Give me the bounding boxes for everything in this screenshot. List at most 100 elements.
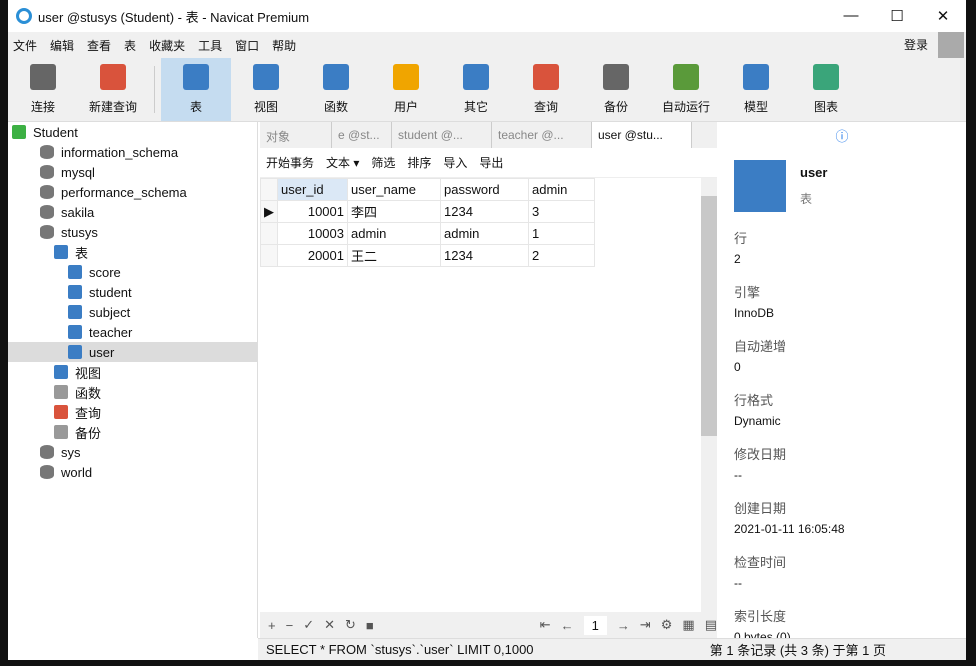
table-cell[interactable]: admin [440, 222, 529, 245]
toolbar-button[interactable]: 备份 [581, 58, 651, 121]
grid-action-button[interactable]: − [286, 618, 294, 633]
table-row[interactable]: 10003 admin admin 1 [260, 222, 595, 245]
tab[interactable]: teacher @... [492, 122, 592, 148]
tree-item[interactable]: mysql [8, 162, 257, 182]
form-view-icon[interactable]: ▤ [705, 617, 717, 633]
table-cell[interactable]: 1234 [440, 200, 529, 223]
data-toolbar-button[interactable]: 文本 ▾ [326, 154, 359, 171]
row-indicator[interactable] [260, 222, 278, 245]
data-toolbar-button[interactable]: 排序 [407, 154, 431, 171]
toolbar-button[interactable]: 表 [161, 58, 231, 121]
table-cell[interactable]: 王二 [347, 244, 441, 267]
table-cell[interactable]: 10001 [277, 200, 348, 223]
tree-item[interactable]: teacher [8, 322, 257, 342]
menu-item[interactable]: 编辑 [50, 37, 74, 54]
tree-item[interactable]: user [8, 342, 257, 362]
menu-item[interactable]: 查看 [87, 37, 111, 54]
avatar[interactable] [938, 32, 964, 58]
tree-item[interactable]: information_schema [8, 142, 257, 162]
login-button[interactable]: 登录 [904, 36, 928, 53]
grid-action-button[interactable]: ■ [366, 618, 374, 633]
tree-item[interactable]: sakila [8, 202, 257, 222]
grid-action-button[interactable]: ↻ [345, 617, 356, 633]
tree-item[interactable]: 表 [8, 242, 257, 262]
column-header[interactable]: password [440, 178, 529, 201]
maximize-button[interactable]: ☐ [874, 7, 920, 25]
toolbar-button[interactable]: 自动运行 [651, 58, 721, 121]
toolbar-button[interactable]: 其它 [441, 58, 511, 121]
column-header[interactable]: user_id [277, 178, 348, 201]
tree-item[interactable]: 视图 [8, 362, 257, 382]
toolbar-button[interactable]: 图表 [791, 58, 861, 121]
menu-item[interactable]: 帮助 [272, 37, 296, 54]
toolbar-button[interactable]: 查询 [511, 58, 581, 121]
table-cell[interactable]: 10003 [277, 222, 348, 245]
tree-item[interactable]: performance_schema [8, 182, 257, 202]
vertical-scrollbar[interactable] [701, 178, 717, 612]
data-toolbar-button[interactable]: 导出 [479, 154, 503, 171]
row-indicator[interactable] [260, 244, 278, 267]
table-cell[interactable]: 3 [528, 200, 595, 223]
table-row[interactable]: ▶ 10001 李四 1234 3 [260, 200, 595, 223]
grid-action-button[interactable]: ✕ [324, 617, 335, 633]
tree-item[interactable]: score [8, 262, 257, 282]
toolbar-button[interactable]: 新建查询 [78, 58, 148, 121]
toolbar-label: 函数 [323, 100, 348, 114]
toolbar-button[interactable]: 函数 [301, 58, 371, 121]
data-toolbar-button[interactable]: 开始事务 [266, 154, 314, 171]
tree-item[interactable]: world [8, 462, 257, 482]
tree-item[interactable]: 查询 [8, 402, 257, 422]
table-cell[interactable]: 1234 [440, 244, 529, 267]
toolbar-button[interactable]: 用户 [371, 58, 441, 121]
tree-item[interactable]: stusys [8, 222, 257, 242]
minimize-button[interactable]: — [828, 7, 874, 25]
table-row[interactable]: 20001 王二 1234 2 [260, 244, 595, 267]
nav-button[interactable]: ⇥ [640, 617, 651, 633]
grid-action-button[interactable]: ✓ [303, 617, 314, 633]
table-cell[interactable]: 20001 [277, 244, 348, 267]
tree-item[interactable]: sys [8, 442, 257, 462]
toolbar-button[interactable]: 连接 [8, 58, 78, 121]
scrollbar-thumb[interactable] [701, 196, 717, 436]
grid-view-icon[interactable]: ▦ [682, 617, 694, 633]
tab-bar: 对象 e @st... student @... teacher @... user @… [260, 122, 717, 148]
nav-button[interactable]: ⚙ [661, 617, 673, 633]
table-cell[interactable]: admin [347, 222, 441, 245]
main-toolbar: 连接 新建查询 表 视图 函数 用户 其它 查询 备份 自动运行 模型 图表 [8, 58, 966, 122]
column-header[interactable]: user_name [347, 178, 441, 201]
menu-item[interactable]: 收藏夹 [149, 37, 185, 54]
toolbar-button[interactable]: 模型 [721, 58, 791, 121]
info-label: 引擎 [734, 285, 761, 300]
row-indicator[interactable]: ▶ [260, 200, 278, 223]
menu-item[interactable]: 窗口 [235, 37, 259, 54]
nav-prev-button[interactable]: ← [561, 618, 574, 633]
toolbar-label: 用户 [393, 100, 418, 114]
page-input[interactable]: 1 [583, 615, 607, 635]
table-cell[interactable]: 2 [528, 244, 595, 267]
tab[interactable]: 对象 [260, 122, 332, 148]
menu-item[interactable]: 工具 [198, 37, 222, 54]
tree-item[interactable]: Student [8, 122, 257, 142]
close-button[interactable]: ✕ [920, 7, 966, 25]
tree-label: Student [33, 124, 78, 140]
menu-item[interactable]: 表 [124, 37, 136, 54]
tab[interactable]: e @st... [332, 122, 392, 148]
table-cell[interactable]: 1 [528, 222, 595, 245]
column-header[interactable]: admin [528, 178, 595, 201]
nav-first-button[interactable]: ⇤ [540, 617, 551, 633]
menu-item[interactable]: 文件 [13, 37, 37, 54]
data-toolbar-button[interactable]: 筛选 [371, 154, 395, 171]
info-tab-icon[interactable]: ⓘ [734, 122, 950, 148]
tree-item[interactable]: student [8, 282, 257, 302]
tab[interactable]: user @stu... [592, 122, 692, 148]
tab[interactable]: student @... [392, 122, 492, 148]
data-toolbar-button[interactable]: 导入 [443, 154, 467, 171]
table-icon [68, 305, 82, 319]
toolbar-button[interactable]: 视图 [231, 58, 301, 121]
tree-item[interactable]: 函数 [8, 382, 257, 402]
nav-button[interactable]: → [617, 618, 630, 633]
table-cell[interactable]: 李四 [347, 200, 441, 223]
grid-action-button[interactable]: + [268, 618, 276, 633]
tree-item[interactable]: subject [8, 302, 257, 322]
tree-item[interactable]: 备份 [8, 422, 257, 442]
